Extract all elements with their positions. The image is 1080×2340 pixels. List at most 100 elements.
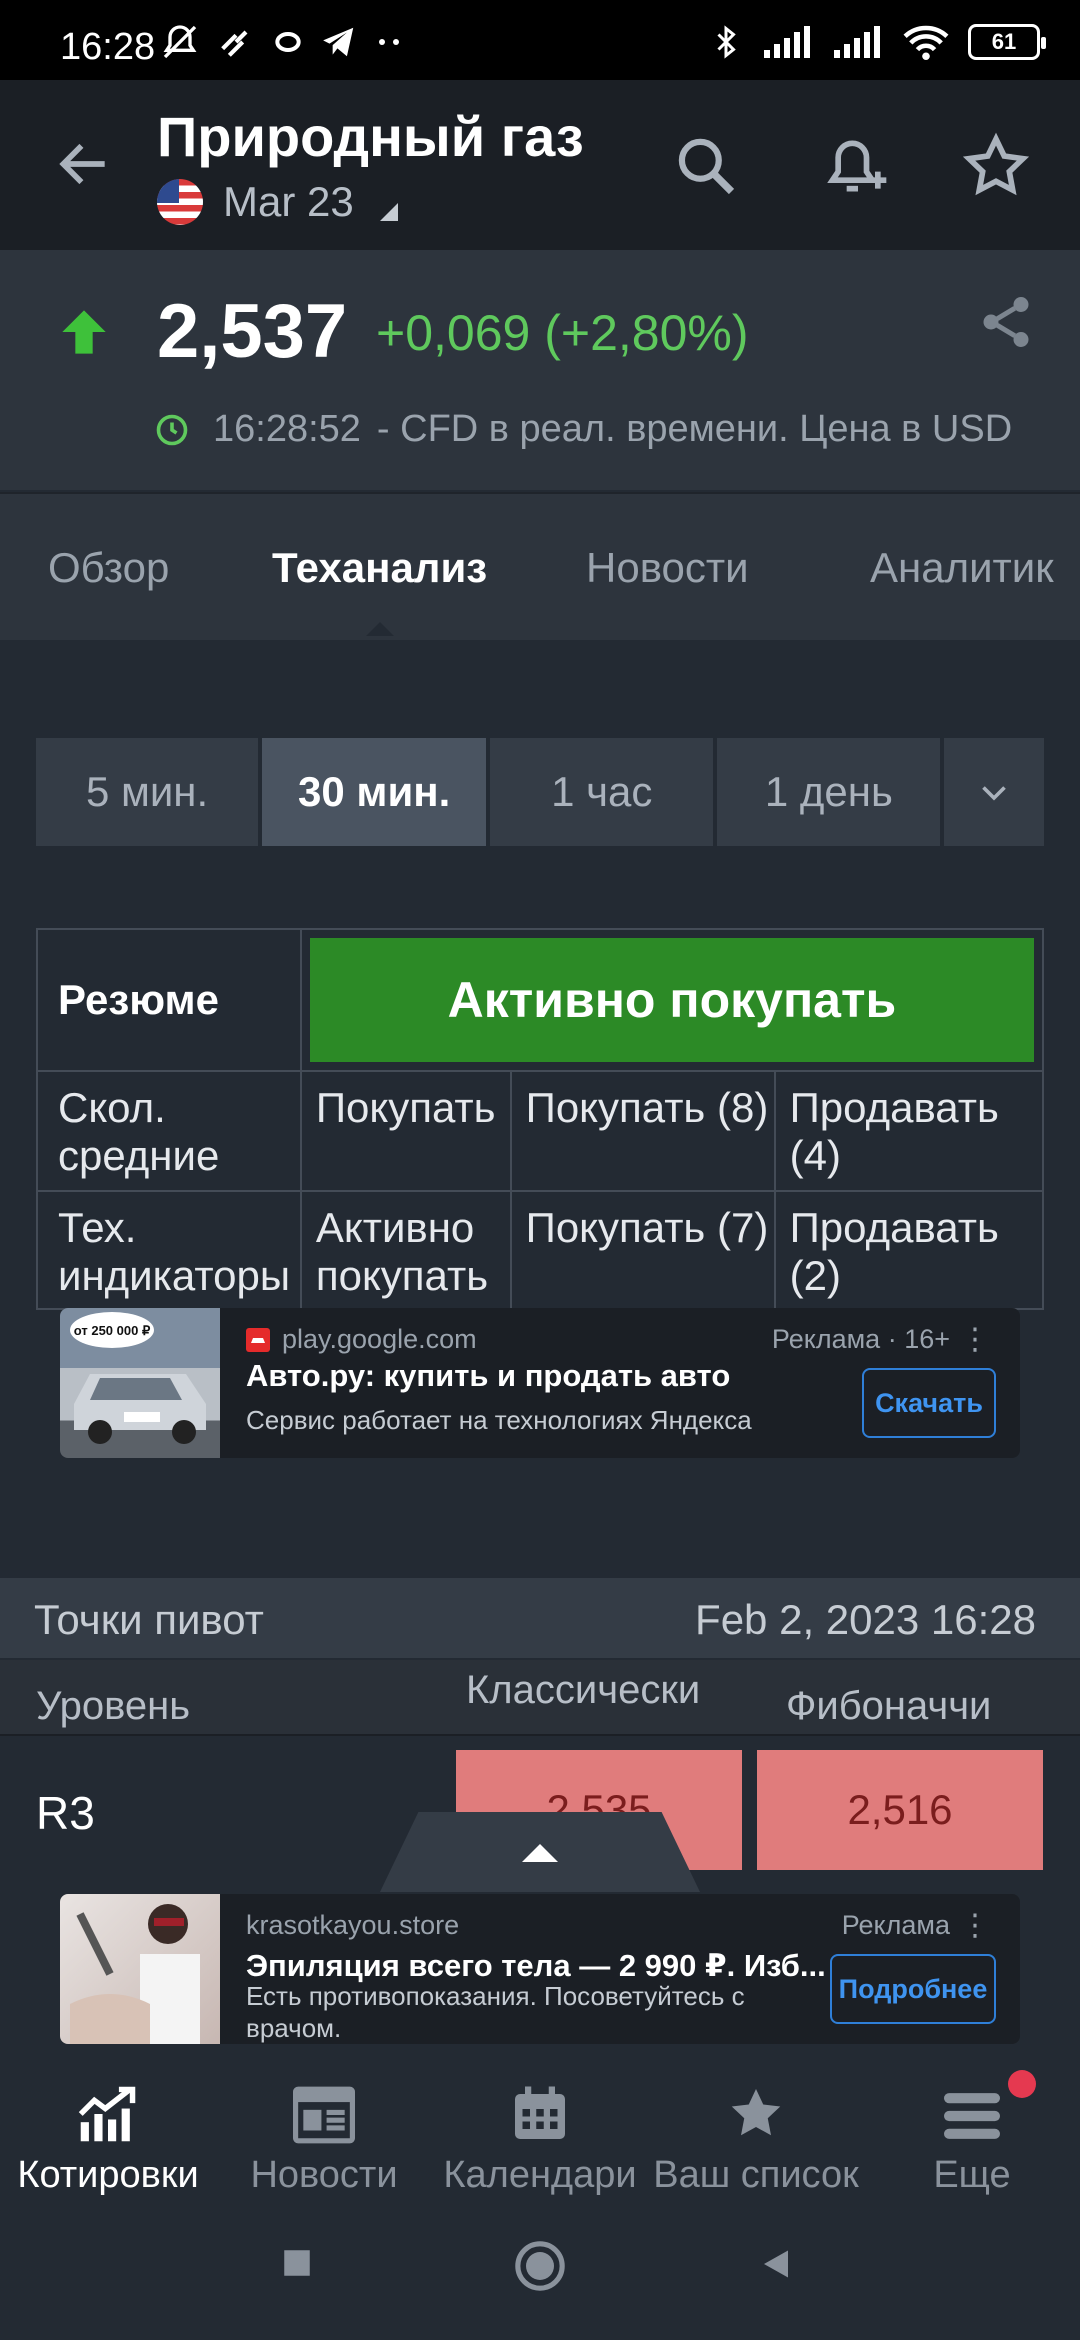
nav-label: Календари [443, 2154, 637, 2196]
ad-description: Есть противопоказания. Посоветуйтесь с в… [246, 1981, 745, 2043]
contract-label: Mar 23 [223, 178, 354, 225]
timeframe-30min[interactable]: 30 мин. [262, 738, 487, 846]
nav-label: Еще [933, 2154, 1011, 2196]
dropdown-triangle-icon [379, 203, 398, 221]
battery-indicator: 61 [968, 24, 1046, 60]
col-level: Уровень [36, 1684, 191, 1728]
section-tabs: Обзор Теханализ Новости Аналитик [0, 492, 1080, 640]
ad-headline: Эпиляция всего тела — 2 990 ₽. Изб... [246, 1948, 826, 1983]
battery-level: 61 [991, 29, 1017, 54]
ad-description: Сервис работает на технологиях Яндекса [246, 1405, 752, 1435]
nav-label: Котировки [17, 2154, 199, 2196]
chart-up-icon [78, 2086, 136, 2142]
app-bar: Природный газ Mar 23 [0, 80, 1080, 250]
ad-thumb-price: от 250 000 ₽ [74, 1323, 151, 1338]
menu-icon [944, 2093, 1000, 2139]
row-signal: Покупать [299, 1070, 512, 1192]
ad-more-button[interactable]: ⋮ [960, 1908, 990, 1943]
tab-indicator [366, 622, 394, 636]
tool-icon [221, 30, 248, 57]
technical-summary-table: Резюме Активно покупать Скол. средние По… [36, 928, 1045, 1310]
ad-details-button[interactable]: Подробнее [830, 1954, 996, 2024]
caret-up-icon [522, 1844, 558, 1862]
pivot-title: Точки пивот [34, 1596, 264, 1643]
summary-label: Резюме [36, 928, 302, 1072]
tab-technical[interactable]: Теханализ [272, 544, 487, 592]
notification-icons [160, 22, 404, 62]
system-back-button[interactable] [758, 2246, 794, 2287]
search-icon [678, 138, 735, 195]
notification-badge [1008, 2070, 1036, 2098]
summary-verdict-cell: Активно покупать [299, 928, 1045, 1072]
last-price: 2,537 [157, 289, 348, 374]
ad-download-button[interactable]: Скачать [862, 1368, 996, 1438]
more-dots-icon [379, 39, 399, 45]
signal-icon-2 [834, 26, 880, 58]
share-icon [983, 297, 1029, 347]
row-name: Скол. средние [36, 1070, 302, 1192]
star-outline-icon [962, 132, 1030, 196]
star-filled-icon [731, 2089, 781, 2136]
summary-row: Резюме Активно покупать [36, 928, 1045, 1072]
arrow-up-icon [62, 310, 106, 354]
triangle-back-icon [764, 2250, 788, 2278]
pivot-header: Точки пивот Feb 2, 2023 16:28 [0, 1578, 1080, 1658]
pivot-level: R3 [36, 1787, 95, 1839]
ad-image [60, 1894, 220, 2044]
col-classic: Классически [466, 1668, 701, 1712]
expand-handle[interactable] [380, 1812, 700, 1892]
quote-note: - CFD в реал. времени. Цена в USD [376, 408, 1013, 450]
bluetooth-icon [717, 25, 736, 59]
nav-quotes[interactable]: Котировки [0, 2070, 216, 2200]
add-alert-button[interactable] [818, 126, 898, 206]
pivot-column-headers: Уровень Классически Фибоначчи [0, 1660, 1080, 1736]
row-name: Тех. индикаторы [36, 1190, 302, 1310]
ad-banner-auto[interactable]: от 250 000 ₽ play.google.com Реклама · 1… [60, 1308, 1020, 1458]
tab-analytics[interactable]: Аналитик [870, 544, 1054, 592]
back-button[interactable] [48, 128, 120, 200]
timeframe-5min[interactable]: 5 мин. [36, 738, 259, 846]
nav-label: Новости [250, 2154, 398, 2196]
tab-overview[interactable]: Обзор [48, 544, 169, 592]
ad-more-button[interactable]: ⋮ [960, 1322, 990, 1357]
ad-source: krasotkayou.store [246, 1910, 459, 1941]
home-circle-icon [515, 2241, 565, 2291]
share-button[interactable] [976, 292, 1036, 357]
home-button[interactable] [512, 2238, 568, 2299]
signal-icon [764, 26, 810, 58]
nav-calendars[interactable]: Календари [432, 2070, 648, 2200]
status-time: 16:28 [60, 26, 156, 68]
row-signal: Активно покупать [299, 1190, 512, 1310]
newspaper-icon [293, 2086, 355, 2144]
nav-news[interactable]: Новости [216, 2070, 432, 2200]
square-icon [284, 2250, 310, 2276]
ad-domain: play.google.com [282, 1324, 477, 1354]
realtime-info: 16:28:52 - CFD в реал. времени. Цена в U… [156, 408, 1013, 451]
timeframe-more-button[interactable] [944, 738, 1044, 846]
ad-banner-epilation[interactable]: krasotkayou.store Реклама ⋮ Эпиляция все… [60, 1894, 1020, 2044]
table-row: Скол. средние Покупать Покупать (8) Прод… [36, 1070, 1045, 1192]
recents-button[interactable] [280, 2246, 314, 2285]
calendar-icon [515, 2086, 565, 2139]
table-row: Тех. индикаторы Активно покупать Покупат… [36, 1190, 1045, 1310]
favorite-button[interactable] [956, 126, 1036, 206]
ad-source: play.google.com [246, 1324, 477, 1355]
status-bar: 16:28 61 [0, 0, 1080, 80]
search-button[interactable] [666, 126, 746, 206]
ad-label: Реклама · 16+ [771, 1324, 950, 1354]
system-navigation [0, 2200, 1080, 2340]
tab-news[interactable]: Новости [586, 544, 749, 592]
row-buy-count: Покупать (7) [509, 1190, 776, 1310]
timeframe-1d[interactable]: 1 день [717, 738, 941, 846]
circle-icon [275, 32, 301, 52]
ad-domain: krasotkayou.store [246, 1910, 460, 1940]
clock-icon [156, 414, 188, 446]
nav-watchlist[interactable]: Ваш список [648, 2070, 864, 2200]
autoru-logo-icon [246, 1327, 270, 1352]
nav-more[interactable]: Еще [864, 2070, 1080, 2200]
row-buy-count: Покупать (8) [509, 1070, 776, 1192]
row-sell-count: Продавать (4) [773, 1070, 1045, 1192]
arrow-left-icon [59, 143, 105, 185]
contract-selector[interactable]: Mar 23 [157, 178, 398, 226]
timeframe-1h[interactable]: 1 час [490, 738, 714, 846]
